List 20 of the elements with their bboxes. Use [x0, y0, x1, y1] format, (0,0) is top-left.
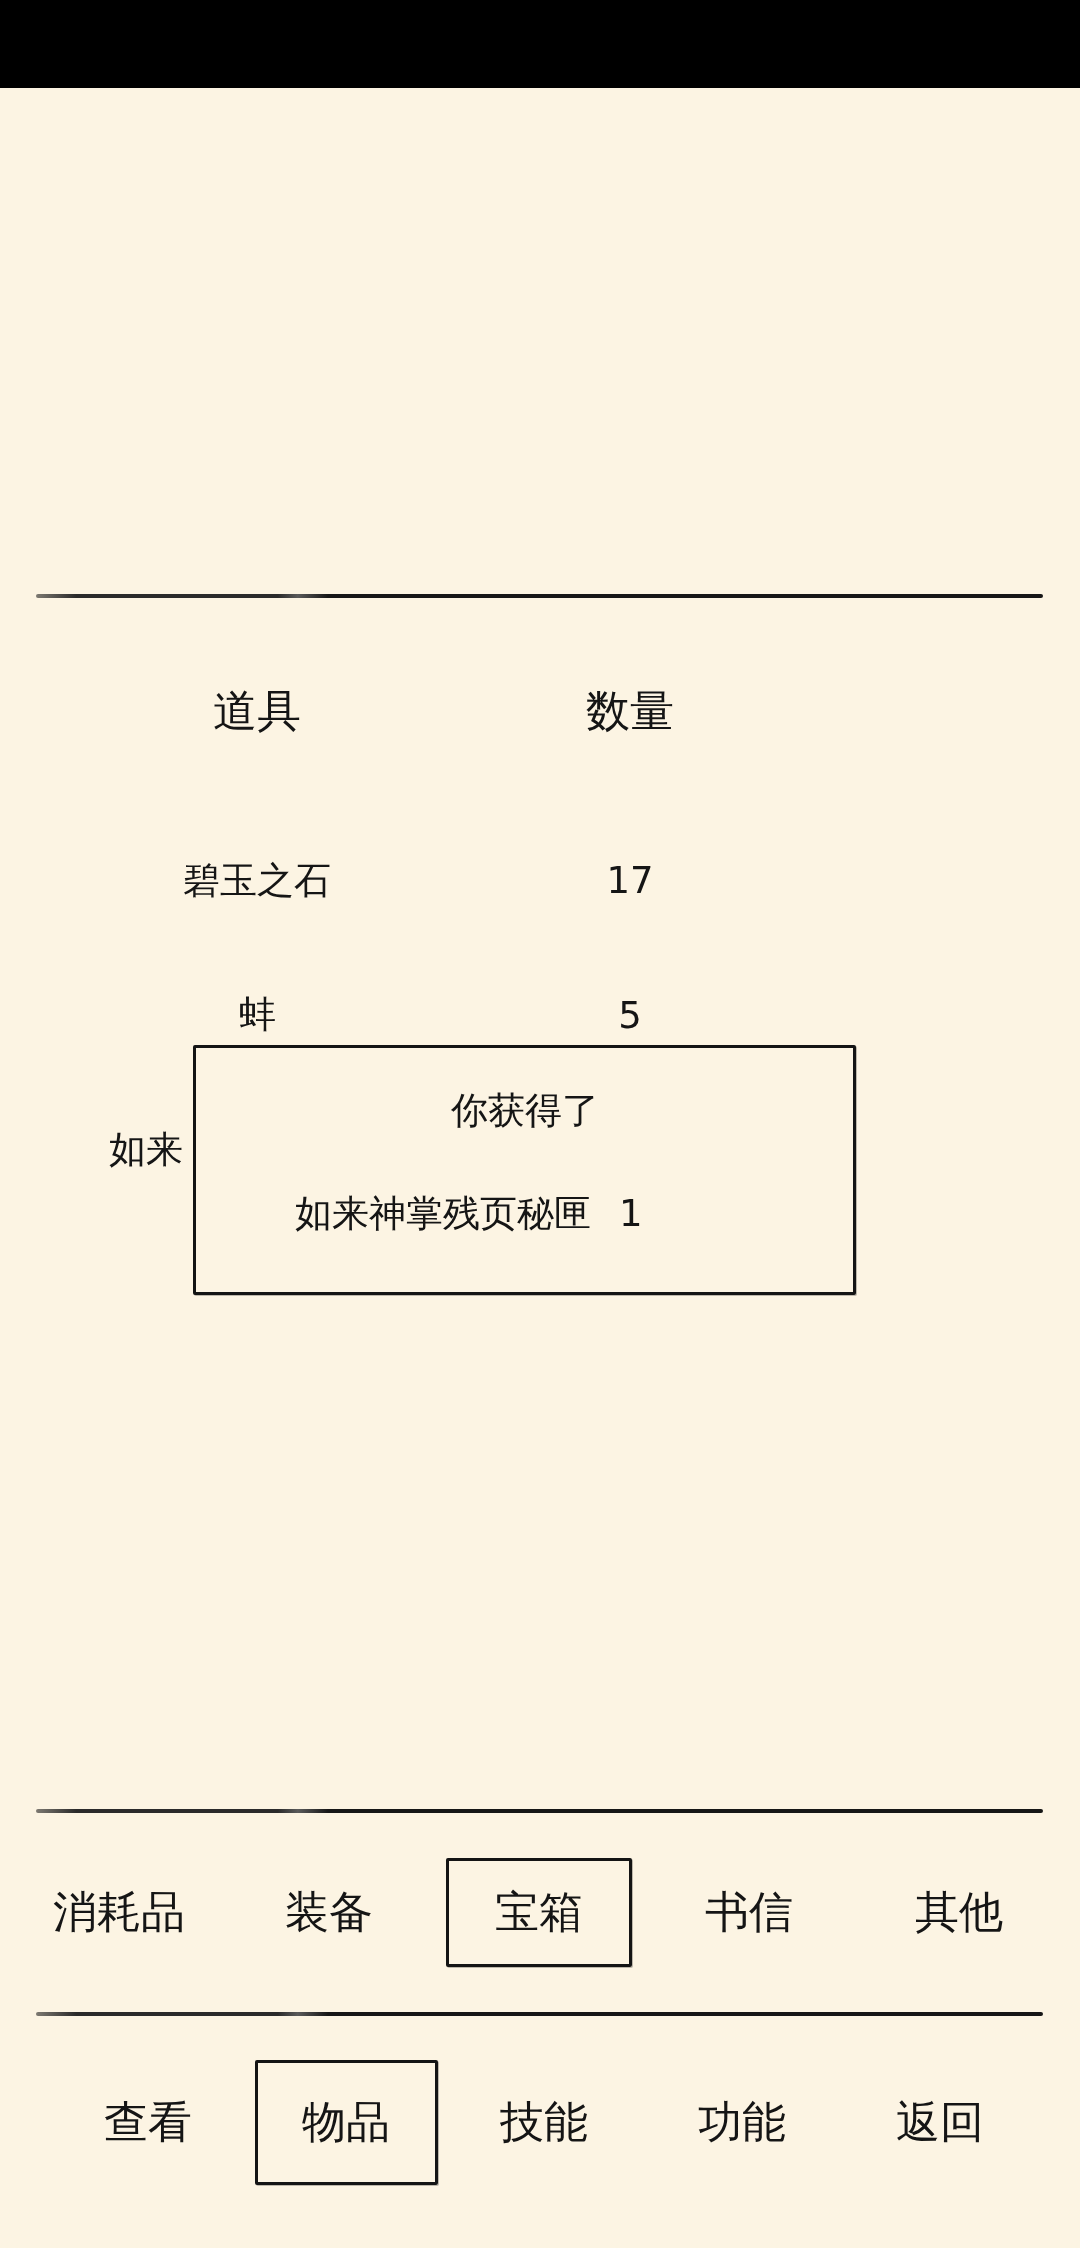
nav-tab[interactable]: 物品: [254, 2060, 438, 2185]
item-quantity: 5: [618, 993, 642, 1037]
nav-tab[interactable]: 查看: [56, 2060, 240, 2185]
reward-item-name: 如来神掌残页秘匣: [295, 1192, 591, 1236]
category-tab[interactable]: 装备: [236, 1858, 422, 1967]
item-quantity: 17: [606, 859, 654, 903]
item-name: 碧玉之石: [183, 857, 331, 904]
category-tab[interactable]: 其他: [866, 1858, 1052, 1967]
item-name: 蚌: [238, 992, 276, 1039]
nav-tab[interactable]: 技能: [452, 2060, 636, 2185]
column-header: 道具: [213, 683, 301, 738]
category-tab[interactable]: 宝箱: [446, 1858, 632, 1967]
nav-tab[interactable]: 功能: [650, 2060, 834, 2185]
category-tab[interactable]: 消耗品: [26, 1858, 212, 1967]
reward-item-quantity: 1: [619, 1192, 643, 1236]
nav-tab[interactable]: 返回: [848, 2060, 1032, 2185]
popup-title: 你获得了: [450, 1089, 599, 1133]
category-tab[interactable]: 书信: [656, 1858, 842, 1967]
item-name: 如来: [109, 1126, 183, 1173]
column-header: 数量: [586, 683, 674, 738]
